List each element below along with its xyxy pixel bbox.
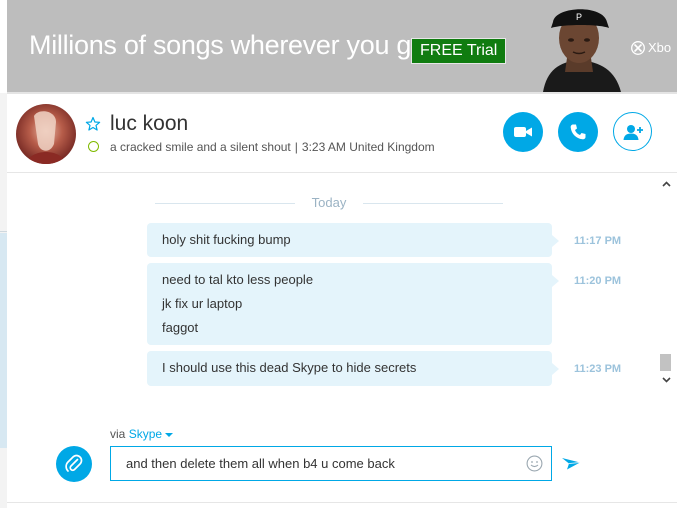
- left-pane-divider: [0, 231, 7, 232]
- conversation-history[interactable]: Today holy shit fucking bump 11:17 PM ne…: [7, 173, 655, 391]
- xbox-logo-icon: [631, 40, 645, 55]
- bubble-tail: [552, 275, 559, 287]
- contact-mood-line: a cracked smile and a silent shout | 3:23 …: [110, 140, 435, 154]
- video-camera-icon: [514, 127, 532, 137]
- mood-separator: |: [294, 140, 298, 154]
- scroll-down-button[interactable]: [655, 373, 677, 387]
- paperclip-icon: [65, 454, 83, 472]
- message-bubble[interactable]: I should use this dead Skype to hide sec…: [147, 351, 559, 386]
- message-timestamp: 11:23 PM: [574, 363, 622, 375]
- message-input[interactable]: and then delete them all when b4 u come …: [110, 446, 552, 481]
- message-text: I should use this dead Skype to hide sec…: [162, 360, 417, 375]
- mood-message: a cracked smile and a silent shout: [110, 140, 291, 154]
- window-bottom-border: [7, 502, 677, 503]
- ad-banner[interactable]: Millions of songs wherever you go. FREE …: [7, 0, 677, 92]
- presence-status-icon: [88, 141, 99, 152]
- message-timestamp: 11:17 PM: [574, 235, 622, 247]
- avatar[interactable]: [16, 104, 76, 164]
- via-prefix: via: [110, 427, 126, 441]
- bubble-tail: [552, 235, 559, 247]
- conversation-scrollbar[interactable]: [655, 173, 677, 391]
- favorite-star-icon[interactable]: [85, 116, 101, 132]
- day-divider-label: Today: [311, 195, 347, 210]
- message-timestamp: 11:20 PM: [574, 275, 622, 287]
- local-time: 3:23 AM United Kingdom: [301, 140, 435, 154]
- message-text: faggot: [162, 320, 199, 335]
- day-divider: Today: [7, 195, 655, 211]
- message-text: need to tal kto less people: [162, 272, 314, 287]
- left-pane-edge: [0, 93, 7, 508]
- message-input-text[interactable]: and then delete them all when b4 u come …: [126, 456, 395, 471]
- send-icon[interactable]: [560, 454, 582, 474]
- message-text: jk fix ur laptop: [162, 296, 243, 311]
- message-bubble[interactable]: need to tal kto less people jk fix ur la…: [147, 263, 559, 345]
- day-divider-line-left: [155, 203, 295, 204]
- scroll-thumb[interactable]: [660, 354, 671, 371]
- chevron-down-icon: [661, 377, 671, 383]
- attach-button[interactable]: [56, 446, 92, 482]
- message-bubble[interactable]: holy shit fucking bump: [147, 223, 559, 257]
- ad-free-trial-button[interactable]: FREE Trial: [411, 38, 507, 64]
- message-text: holy shit fucking bump: [162, 232, 291, 247]
- ad-headline: Millions of songs wherever you go.: [29, 30, 434, 60]
- day-divider-line-right: [363, 203, 503, 204]
- conversation-header: luc koon a cracked smile and a silent sh…: [7, 94, 677, 173]
- ad-brand-text: Xbo: [648, 40, 672, 55]
- emoticon-icon[interactable]: [526, 455, 543, 472]
- chevron-up-icon: [661, 181, 671, 187]
- contact-name[interactable]: luc koon: [110, 112, 188, 136]
- svg-text:P: P: [576, 12, 582, 22]
- add-people-button[interactable]: [613, 112, 652, 151]
- audio-call-button[interactable]: [558, 112, 598, 152]
- via-service-selector[interactable]: via Skype: [110, 427, 174, 441]
- ad-person-image: P: [529, 0, 631, 92]
- scroll-up-button[interactable]: [655, 177, 677, 191]
- ad-brand: Xbo: [631, 40, 671, 55]
- left-pane-selected-item[interactable]: [0, 233, 7, 448]
- add-person-icon: [623, 124, 643, 140]
- chevron-down-icon[interactable]: [165, 432, 174, 437]
- phone-icon: [570, 124, 586, 140]
- video-call-button[interactable]: [503, 112, 543, 152]
- via-service-name[interactable]: Skype: [129, 427, 162, 441]
- bubble-tail: [552, 363, 559, 375]
